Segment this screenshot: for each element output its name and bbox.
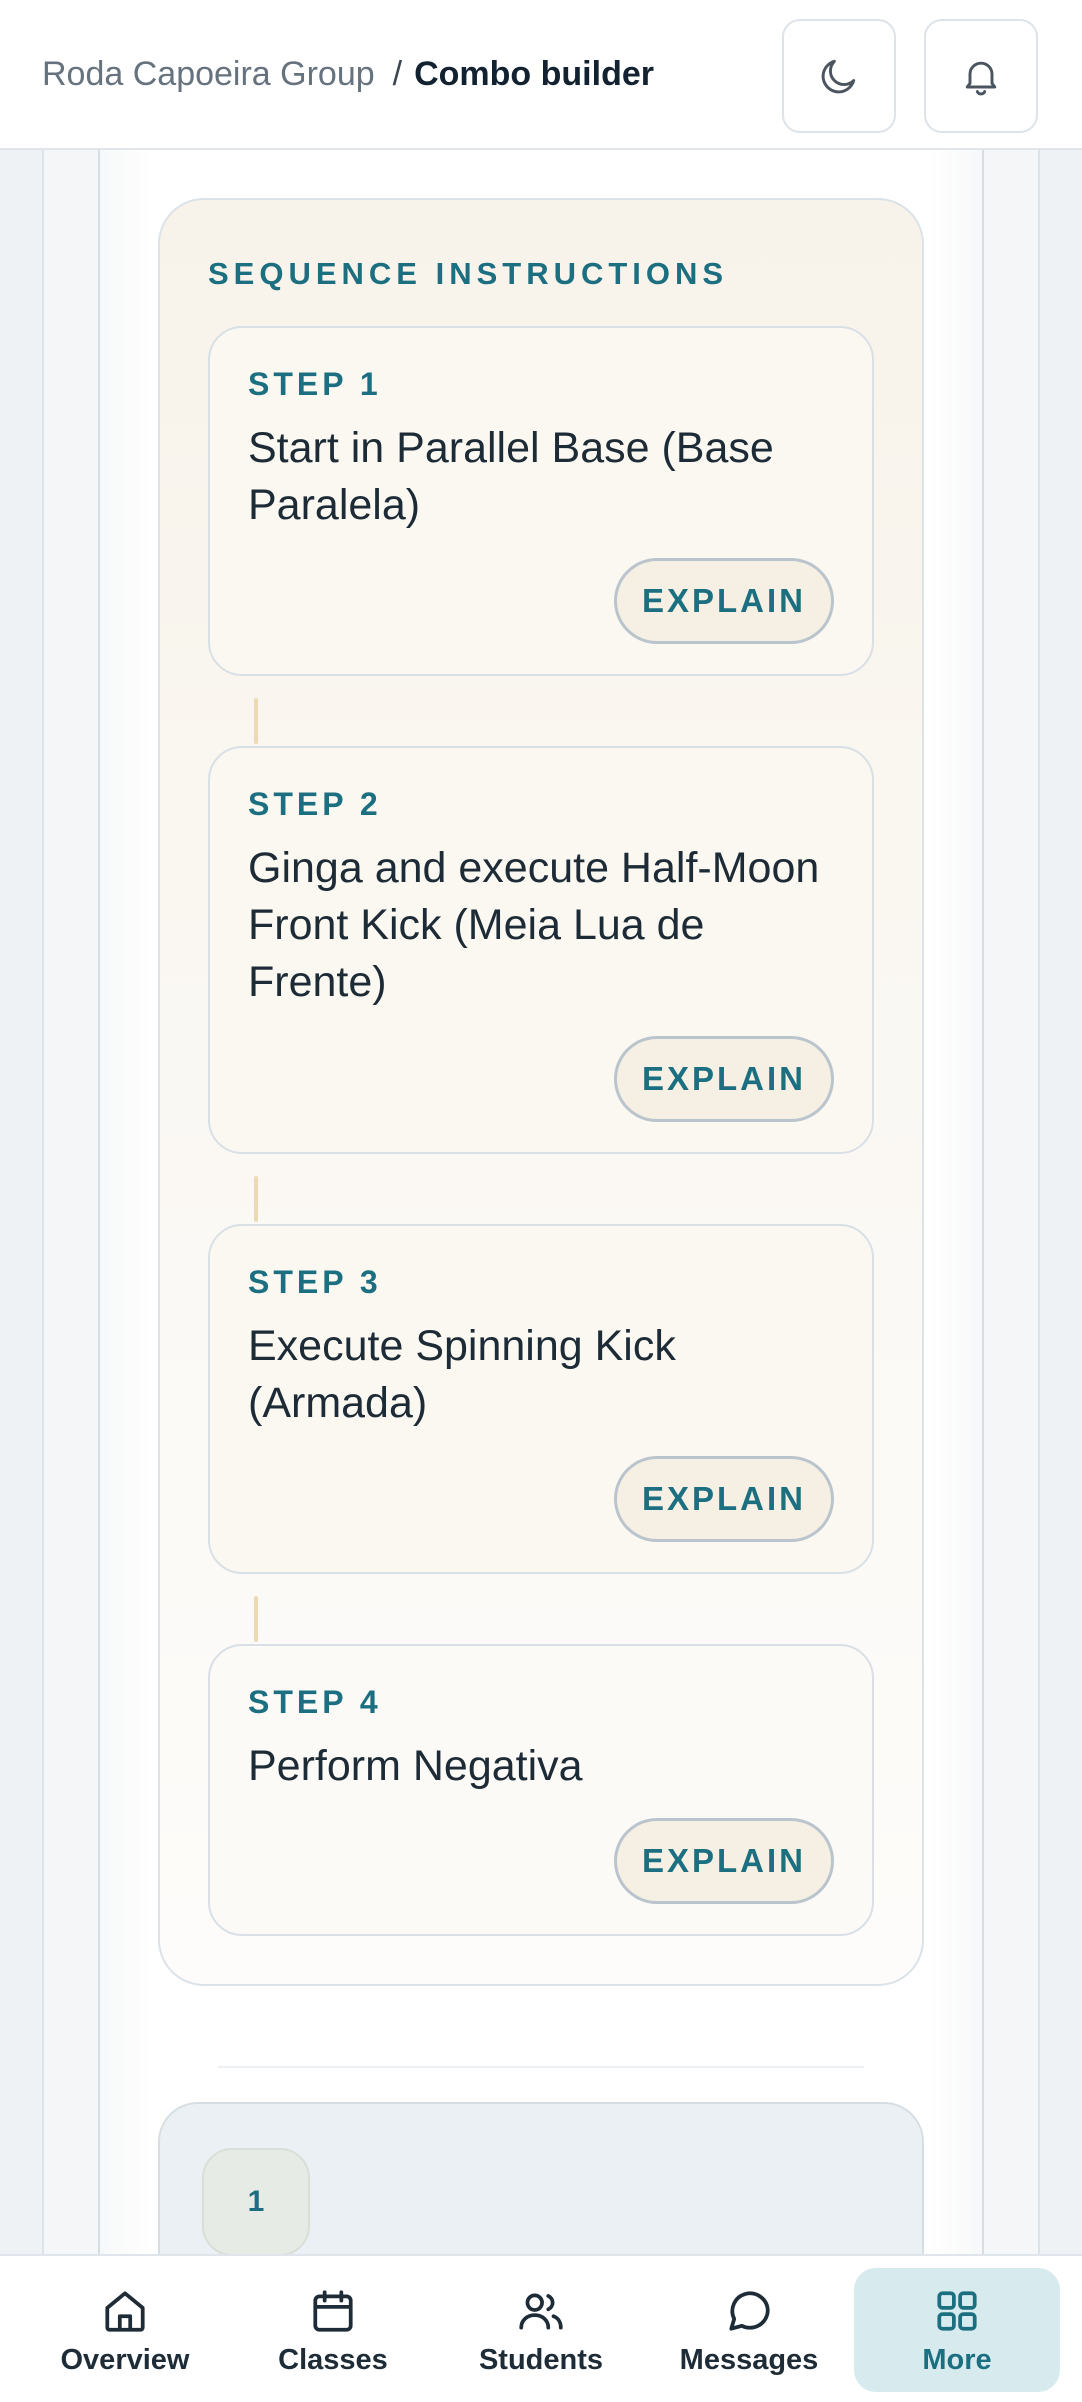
sequence-instructions-title: SEQUENCE INSTRUCTIONS bbox=[208, 256, 729, 291]
explain-button[interactable]: EXPLAIN bbox=[614, 1036, 834, 1122]
home-icon bbox=[105, 2291, 145, 2332]
bell-icon bbox=[965, 61, 997, 96]
step-description: Perform Negativa bbox=[248, 1742, 583, 1790]
step-connector bbox=[254, 698, 258, 744]
step-card-4: STEP 4 Perform Negativa EXPLAIN bbox=[208, 1644, 874, 1936]
step-label: STEP 2 bbox=[248, 786, 382, 822]
explain-button[interactable]: EXPLAIN bbox=[614, 1818, 834, 1904]
grid-icon bbox=[937, 2291, 977, 2331]
nav-label: More bbox=[922, 2344, 992, 2376]
page-title: Combo builder bbox=[414, 55, 654, 93]
nav-label: Classes bbox=[278, 2344, 388, 2376]
explain-button[interactable]: EXPLAIN bbox=[614, 558, 834, 644]
step-card-2: STEP 2 Ginga and execute Half-Moon Front… bbox=[208, 746, 874, 1154]
step-description: Ginga and execute Half-Moon Front Kick (… bbox=[248, 844, 820, 1006]
step-card-3: STEP 3 Execute Spinning Kick (Armada) EX… bbox=[208, 1224, 874, 1574]
step-description: Execute Spinning Kick (Armada) bbox=[248, 1322, 676, 1427]
nav-item-classes[interactable]: Classes bbox=[230, 2268, 436, 2392]
nav-item-more[interactable]: More bbox=[854, 2268, 1060, 2392]
top-header: Roda Capoeira Group / Combo builder bbox=[0, 0, 1082, 150]
counter-chip[interactable]: 1 bbox=[202, 2148, 310, 2256]
nav-item-overview[interactable]: Overview bbox=[22, 2268, 228, 2392]
message-circle-icon bbox=[729, 2291, 770, 2331]
step-label: STEP 1 bbox=[248, 366, 382, 402]
users-icon bbox=[519, 2293, 563, 2330]
breadcrumb-parent-link[interactable]: Roda Capoeira Group bbox=[42, 55, 375, 93]
step-connector bbox=[254, 1176, 258, 1222]
explain-button[interactable]: EXPLAIN bbox=[614, 1456, 834, 1542]
step-description: Start in Parallel Base (Base Paralela) bbox=[248, 424, 774, 529]
nav-label: Overview bbox=[60, 2344, 190, 2376]
breadcrumb: Roda Capoeira Group / Combo builder bbox=[42, 52, 654, 96]
notifications-button[interactable] bbox=[924, 19, 1038, 133]
breadcrumb-separator: / bbox=[392, 55, 403, 93]
moon-icon bbox=[821, 59, 856, 94]
nav-label: Students bbox=[478, 2344, 604, 2376]
section-divider bbox=[218, 2066, 864, 2068]
nav-label: Messages bbox=[679, 2344, 819, 2376]
nav-item-students[interactable]: Students bbox=[438, 2268, 644, 2392]
bottom-navigation: Overview Classes Students Messages More bbox=[0, 2254, 1082, 2402]
theme-toggle-button[interactable] bbox=[782, 19, 896, 133]
step-label: STEP 4 bbox=[248, 1684, 382, 1720]
step-label: STEP 3 bbox=[248, 1264, 382, 1300]
nav-item-messages[interactable]: Messages bbox=[646, 2268, 852, 2392]
step-connector bbox=[254, 1596, 258, 1642]
step-card-1: STEP 1 Start in Parallel Base (Base Para… bbox=[208, 326, 874, 676]
calendar-icon bbox=[313, 2290, 353, 2332]
